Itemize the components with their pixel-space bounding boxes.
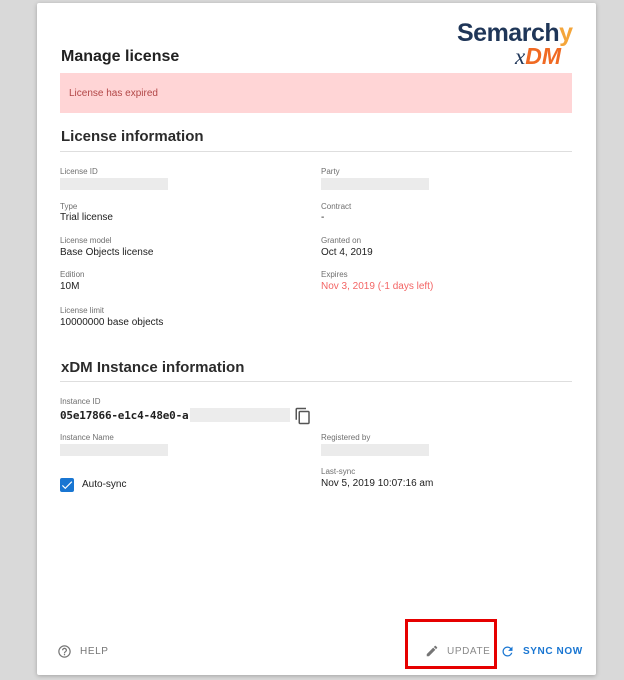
divider xyxy=(60,151,572,152)
expires-label: Expires xyxy=(321,270,348,279)
last-sync-label: Last-sync xyxy=(321,467,356,476)
type-label: Type xyxy=(60,202,78,211)
registered-by-label: Registered by xyxy=(321,433,371,442)
contract-label: Contract xyxy=(321,202,352,211)
auto-sync-checkbox[interactable] xyxy=(60,478,74,492)
registered-by-redacted xyxy=(321,444,429,456)
party-value-redacted xyxy=(321,178,429,190)
help-icon xyxy=(58,644,71,658)
license-info-heading: License information xyxy=(61,128,204,145)
refresh-icon xyxy=(502,646,513,656)
type-value: Trial license xyxy=(60,212,113,223)
semarchy-logo: Semarchy xDM xyxy=(457,19,573,69)
license-model-value: Base Objects license xyxy=(60,247,154,258)
instance-id-label: Instance ID xyxy=(60,397,101,406)
copy-icon[interactable] xyxy=(294,407,312,425)
instance-name-label: Instance Name xyxy=(60,433,114,442)
edition-value: 10M xyxy=(60,281,80,292)
alert-text: License has expired xyxy=(69,87,158,99)
page-title: Manage license xyxy=(61,48,180,65)
edition-label: Edition xyxy=(60,270,85,279)
instance-id-value: 05e17866-e1c4-48e0-a xyxy=(60,409,189,422)
license-id-value-redacted xyxy=(60,178,168,190)
instance-info-heading: xDM Instance information xyxy=(61,359,245,376)
last-sync-value: Nov 5, 2019 10:07:16 am xyxy=(321,478,434,489)
expires-value: Nov 3, 2019 (-1 days left) xyxy=(321,281,434,292)
license-id-label: License ID xyxy=(60,167,98,176)
help-button[interactable]: HELP xyxy=(57,641,109,661)
auto-sync-label: Auto-sync xyxy=(82,479,127,490)
expired-alert: License has expired xyxy=(60,73,572,113)
help-label: HELP xyxy=(80,645,109,657)
license-model-label: License model xyxy=(60,236,112,245)
sync-now-label: SYNC NOW xyxy=(523,645,583,657)
party-label: Party xyxy=(321,167,340,176)
contract-value: - xyxy=(321,212,325,223)
sync-now-button[interactable]: SYNC NOW xyxy=(500,641,583,661)
instance-name-redacted xyxy=(60,444,168,456)
granted-on-label: Granted on xyxy=(321,236,362,245)
update-highlight-box xyxy=(405,619,497,669)
divider xyxy=(60,381,572,382)
license-limit-value: 10000000 base objects xyxy=(60,317,164,328)
license-limit-label: License limit xyxy=(60,306,105,315)
instance-id-redacted xyxy=(190,408,290,422)
granted-on-value: Oct 4, 2019 xyxy=(321,247,373,258)
license-dialog: Semarchy xDM Manage license License has … xyxy=(37,3,596,675)
